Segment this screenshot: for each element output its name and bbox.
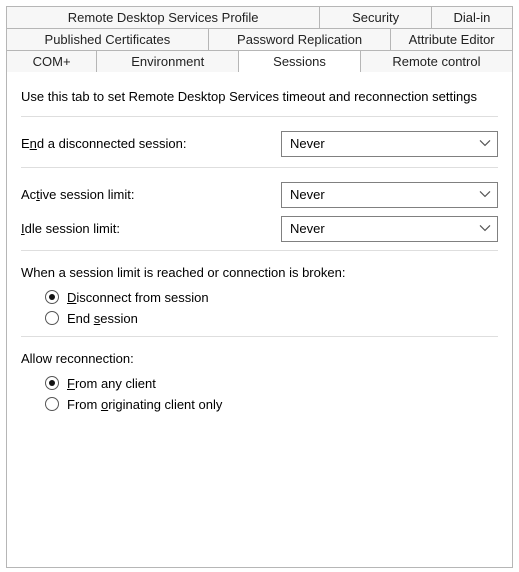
tab-label: COM+ [33,54,71,69]
sessions-panel: Use this tab to set Remote Desktop Servi… [6,72,513,568]
radio-label: Disconnect from session [67,290,209,305]
tab-label: Remote control [392,54,480,69]
tab-remote-control[interactable]: Remote control [361,50,513,72]
tab-strip: Remote Desktop Services Profile Security… [6,6,513,72]
tab-rds-profile[interactable]: Remote Desktop Services Profile [6,6,320,28]
tab-label: Remote Desktop Services Profile [68,10,259,25]
tab-label: Security [352,10,399,25]
tab-label: Sessions [273,54,326,69]
tab-com-plus[interactable]: COM+ [6,50,97,72]
combo-value: Never [290,221,325,236]
intro-text: Use this tab to set Remote Desktop Servi… [21,88,498,106]
tab-label: Environment [131,54,204,69]
radio-any-client[interactable]: From any client [45,376,498,391]
radio-label: End session [67,311,138,326]
reconnect-radio-group: From any client From originating client … [21,376,498,412]
chevron-down-icon [479,137,491,149]
radio-originating-client[interactable]: From originating client only [45,397,498,412]
tab-label: Published Certificates [45,32,171,47]
combo-value: Never [290,187,325,202]
separator [21,167,498,168]
separator [21,250,498,251]
active-limit-label: Active session limit: [21,187,281,202]
limit-heading: When a session limit is reached or conne… [21,265,498,280]
radio-label: From originating client only [67,397,222,412]
chevron-down-icon [479,222,491,234]
reconnect-heading: Allow reconnection: [21,351,498,366]
separator [21,116,498,117]
tab-environment[interactable]: Environment [97,50,239,72]
tab-sessions[interactable]: Sessions [239,50,361,72]
radio-label: From any client [67,376,156,391]
radio-icon [45,397,59,411]
combo-value: Never [290,136,325,151]
limit-radio-group: Disconnect from session End session [21,290,498,326]
idle-limit-label: Idle session limit: [21,221,281,236]
radio-icon [45,311,59,325]
tab-security[interactable]: Security [320,6,432,28]
tab-published-certificates[interactable]: Published Certificates [6,28,209,50]
tab-label: Dial-in [453,10,490,25]
chevron-down-icon [479,188,491,200]
tab-label: Attribute Editor [409,32,495,47]
tab-dial-in[interactable]: Dial-in [432,6,513,28]
separator [21,336,498,337]
active-limit-combo[interactable]: Never [281,182,498,208]
tab-label: Password Replication [237,32,362,47]
tab-password-replication[interactable]: Password Replication [209,28,392,50]
radio-icon [45,290,59,304]
radio-disconnect[interactable]: Disconnect from session [45,290,498,305]
idle-limit-combo[interactable]: Never [281,216,498,242]
end-disconnected-combo[interactable]: Never [281,131,498,157]
radio-end-session[interactable]: End session [45,311,498,326]
end-disconnected-label: End a disconnected session: [21,136,281,151]
radio-icon [45,376,59,390]
tab-attribute-editor[interactable]: Attribute Editor [391,28,513,50]
